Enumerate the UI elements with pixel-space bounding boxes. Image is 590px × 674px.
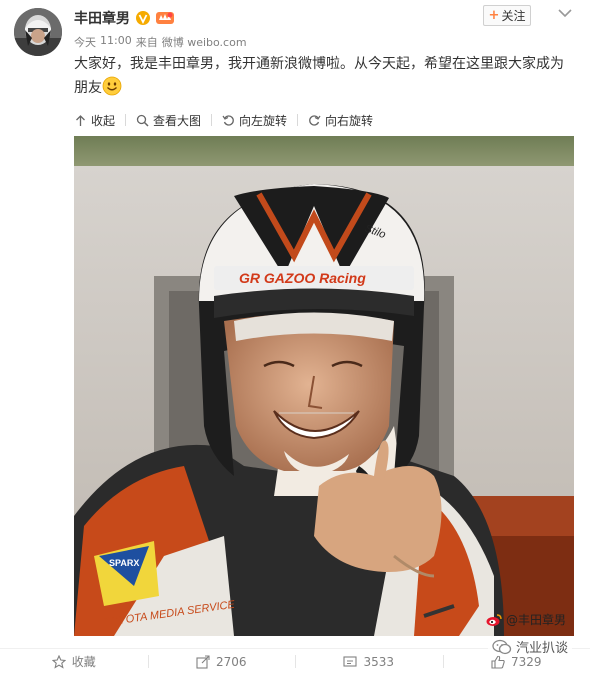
view-large-button[interactable]: 查看大图 bbox=[136, 112, 201, 129]
star-icon bbox=[52, 655, 66, 669]
source-prefix: 来自 bbox=[136, 34, 158, 50]
toolbar-divider bbox=[125, 114, 126, 126]
verified-v-icon bbox=[136, 11, 150, 25]
rotate-left-label: 向左旋转 bbox=[239, 112, 287, 129]
arrow-up-icon bbox=[74, 114, 87, 127]
author-name[interactable]: 丰田章男 bbox=[74, 8, 130, 28]
rotate-right-button[interactable]: 向右旋转 bbox=[308, 112, 373, 129]
comment-count: 3533 bbox=[363, 655, 394, 669]
repost-button[interactable]: 2706 bbox=[148, 649, 296, 674]
view-large-label: 查看大图 bbox=[153, 112, 201, 129]
footer-watermark: 汽业扒谈 bbox=[488, 637, 572, 656]
favorite-label: 收藏 bbox=[72, 653, 96, 670]
footer-watermark-text: 汽业扒谈 bbox=[516, 637, 568, 656]
avatar-image bbox=[14, 8, 62, 56]
post-text: 大家好，我是丰田章男，我开通新浪微博啦。从今天起，希望在这里跟大家成为朋友 bbox=[74, 52, 574, 100]
rotate-right-icon bbox=[308, 114, 321, 127]
helmet-logo-text: GR GAZOO Racing bbox=[239, 270, 366, 286]
comment-button[interactable]: 3533 bbox=[295, 649, 443, 674]
thumbs-up-icon bbox=[491, 655, 505, 669]
plus-icon: + bbox=[489, 8, 500, 23]
post-day[interactable]: 今天 bbox=[74, 34, 96, 50]
collapse-label: 收起 bbox=[91, 112, 115, 129]
image-toolbar: 收起 查看大图 向左旋转 向右旋转 bbox=[74, 108, 373, 132]
repost-icon bbox=[196, 655, 210, 669]
favorite-button[interactable]: 收藏 bbox=[0, 649, 148, 674]
avatar[interactable] bbox=[14, 8, 62, 56]
toolbar-divider bbox=[211, 114, 212, 126]
rotate-left-icon bbox=[222, 114, 235, 127]
rotate-right-label: 向右旋转 bbox=[325, 112, 373, 129]
post-time[interactable]: 11:00 bbox=[100, 34, 132, 50]
racing-driver-photo: SPARX TOYOTA MEDIA SERVICE GR GAZOO Raci… bbox=[74, 136, 574, 636]
like-count: 7329 bbox=[511, 655, 542, 669]
follow-button[interactable]: + 关注 bbox=[483, 5, 531, 26]
rotate-left-button[interactable]: 向左旋转 bbox=[222, 112, 287, 129]
collapse-button[interactable]: 收起 bbox=[74, 112, 115, 129]
post-header: 丰田章男 今天 11:00 来自 微博 weibo.com + 关注 大家好，我… bbox=[0, 0, 590, 100]
post-source[interactable]: 微博 weibo.com bbox=[162, 34, 247, 50]
comment-icon bbox=[343, 655, 357, 669]
repost-count: 2706 bbox=[216, 655, 247, 669]
post-meta: 今天 11:00 来自 微博 weibo.com bbox=[74, 34, 247, 50]
magnifier-icon bbox=[136, 114, 149, 127]
wechat-logo-icon bbox=[492, 639, 512, 655]
photo-watermark: @丰田章男 bbox=[486, 611, 566, 628]
watermark-text: @丰田章男 bbox=[506, 611, 566, 628]
chevron-down-icon[interactable] bbox=[556, 6, 574, 20]
follow-label: 关注 bbox=[501, 7, 525, 24]
smiley-emoji-icon bbox=[102, 76, 122, 96]
toolbar-divider bbox=[297, 114, 298, 126]
vip-member-icon[interactable] bbox=[156, 11, 174, 25]
post-photo[interactable]: SPARX TOYOTA MEDIA SERVICE GR GAZOO Raci… bbox=[74, 136, 574, 636]
patch-text: SPARX bbox=[109, 558, 139, 568]
post-body: 大家好，我是丰田章男，我开通新浪微博啦。从今天起，希望在这里跟大家成为朋友 bbox=[74, 56, 564, 96]
weibo-logo-icon bbox=[486, 613, 502, 627]
